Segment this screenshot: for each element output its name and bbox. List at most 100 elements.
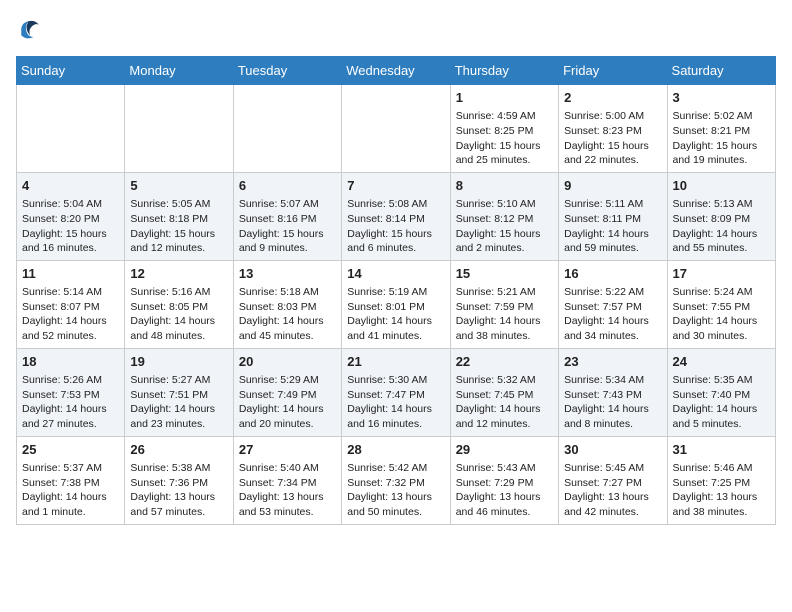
day-detail: Sunset: 8:25 PM (456, 124, 553, 139)
day-detail: Sunset: 7:32 PM (347, 476, 444, 491)
day-detail: Sunset: 8:18 PM (130, 212, 227, 227)
day-of-week-header: Thursday (450, 57, 558, 85)
day-detail: Daylight: 14 hours (456, 314, 553, 329)
day-detail: Sunset: 8:16 PM (239, 212, 336, 227)
calendar-week-row: 18Sunrise: 5:26 AMSunset: 7:53 PMDayligh… (17, 348, 776, 436)
calendar-cell: 2Sunrise: 5:00 AMSunset: 8:23 PMDaylight… (559, 85, 667, 173)
day-detail: Sunset: 7:25 PM (673, 476, 770, 491)
day-detail: Daylight: 14 hours (673, 402, 770, 417)
day-detail: Sunset: 7:34 PM (239, 476, 336, 491)
day-detail: Sunrise: 5:35 AM (673, 373, 770, 388)
day-detail: Sunset: 7:53 PM (22, 388, 119, 403)
day-detail: Daylight: 14 hours (22, 402, 119, 417)
calendar-cell: 3Sunrise: 5:02 AMSunset: 8:21 PMDaylight… (667, 85, 775, 173)
day-detail: Sunset: 8:23 PM (564, 124, 661, 139)
day-number: 16 (564, 265, 661, 283)
day-detail: Sunrise: 5:22 AM (564, 285, 661, 300)
day-detail: Daylight: 14 hours (239, 314, 336, 329)
calendar-cell: 29Sunrise: 5:43 AMSunset: 7:29 PMDayligh… (450, 436, 558, 524)
day-detail: and 16 minutes. (22, 241, 119, 256)
day-detail: and 27 minutes. (22, 417, 119, 432)
day-detail: Sunset: 8:21 PM (673, 124, 770, 139)
day-detail: Daylight: 14 hours (22, 490, 119, 505)
day-number: 23 (564, 353, 661, 371)
day-detail: Daylight: 13 hours (347, 490, 444, 505)
day-detail: Sunrise: 5:29 AM (239, 373, 336, 388)
day-number: 7 (347, 177, 444, 195)
day-detail: Sunrise: 5:24 AM (673, 285, 770, 300)
day-detail: and 50 minutes. (347, 505, 444, 520)
day-detail: Daylight: 14 hours (456, 402, 553, 417)
day-detail: Sunset: 8:11 PM (564, 212, 661, 227)
day-detail: Sunrise: 5:18 AM (239, 285, 336, 300)
day-detail: and 8 minutes. (564, 417, 661, 432)
calendar-table: SundayMondayTuesdayWednesdayThursdayFrid… (16, 56, 776, 525)
day-number: 30 (564, 441, 661, 459)
day-number: 11 (22, 265, 119, 283)
day-detail: Sunset: 8:09 PM (673, 212, 770, 227)
day-detail: and 55 minutes. (673, 241, 770, 256)
day-detail: Sunset: 7:47 PM (347, 388, 444, 403)
calendar-cell: 18Sunrise: 5:26 AMSunset: 7:53 PMDayligh… (17, 348, 125, 436)
day-number: 22 (456, 353, 553, 371)
day-detail: Daylight: 15 hours (239, 227, 336, 242)
day-number: 12 (130, 265, 227, 283)
calendar-cell: 17Sunrise: 5:24 AMSunset: 7:55 PMDayligh… (667, 260, 775, 348)
page-header (16, 16, 776, 44)
calendar-cell: 8Sunrise: 5:10 AMSunset: 8:12 PMDaylight… (450, 172, 558, 260)
day-detail: Sunrise: 5:37 AM (22, 461, 119, 476)
calendar-cell (233, 85, 341, 173)
day-detail: Sunset: 8:01 PM (347, 300, 444, 315)
day-detail: Daylight: 13 hours (130, 490, 227, 505)
calendar-cell: 5Sunrise: 5:05 AMSunset: 8:18 PMDaylight… (125, 172, 233, 260)
day-detail: Daylight: 14 hours (564, 227, 661, 242)
calendar-cell: 24Sunrise: 5:35 AMSunset: 7:40 PMDayligh… (667, 348, 775, 436)
calendar-cell (125, 85, 233, 173)
calendar-cell: 7Sunrise: 5:08 AMSunset: 8:14 PMDaylight… (342, 172, 450, 260)
day-detail: Daylight: 14 hours (130, 402, 227, 417)
header-row: SundayMondayTuesdayWednesdayThursdayFrid… (17, 57, 776, 85)
day-detail: Sunrise: 5:38 AM (130, 461, 227, 476)
day-detail: Sunrise: 5:19 AM (347, 285, 444, 300)
calendar-cell: 14Sunrise: 5:19 AMSunset: 8:01 PMDayligh… (342, 260, 450, 348)
day-detail: Sunset: 7:57 PM (564, 300, 661, 315)
day-detail: Sunrise: 5:11 AM (564, 197, 661, 212)
calendar-header: SundayMondayTuesdayWednesdayThursdayFrid… (17, 57, 776, 85)
day-detail: Sunrise: 4:59 AM (456, 109, 553, 124)
day-of-week-header: Tuesday (233, 57, 341, 85)
day-detail: and 22 minutes. (564, 153, 661, 168)
day-number: 21 (347, 353, 444, 371)
calendar-cell: 6Sunrise: 5:07 AMSunset: 8:16 PMDaylight… (233, 172, 341, 260)
day-detail: Sunrise: 5:34 AM (564, 373, 661, 388)
day-number: 31 (673, 441, 770, 459)
day-detail: and 42 minutes. (564, 505, 661, 520)
day-detail: and 16 minutes. (347, 417, 444, 432)
day-detail: and 19 minutes. (673, 153, 770, 168)
calendar-week-row: 25Sunrise: 5:37 AMSunset: 7:38 PMDayligh… (17, 436, 776, 524)
day-detail: and 9 minutes. (239, 241, 336, 256)
calendar-cell: 1Sunrise: 4:59 AMSunset: 8:25 PMDaylight… (450, 85, 558, 173)
day-detail: and 2 minutes. (456, 241, 553, 256)
day-detail: Sunset: 8:07 PM (22, 300, 119, 315)
day-of-week-header: Sunday (17, 57, 125, 85)
day-detail: and 12 minutes. (130, 241, 227, 256)
calendar-cell: 27Sunrise: 5:40 AMSunset: 7:34 PMDayligh… (233, 436, 341, 524)
day-number: 25 (22, 441, 119, 459)
day-number: 10 (673, 177, 770, 195)
day-number: 5 (130, 177, 227, 195)
day-detail: and 41 minutes. (347, 329, 444, 344)
day-number: 8 (456, 177, 553, 195)
day-number: 3 (673, 89, 770, 107)
calendar-cell: 25Sunrise: 5:37 AMSunset: 7:38 PMDayligh… (17, 436, 125, 524)
day-number: 24 (673, 353, 770, 371)
day-detail: Daylight: 13 hours (564, 490, 661, 505)
day-detail: and 38 minutes. (456, 329, 553, 344)
day-detail: Sunrise: 5:08 AM (347, 197, 444, 212)
calendar-cell: 20Sunrise: 5:29 AMSunset: 7:49 PMDayligh… (233, 348, 341, 436)
day-detail: Daylight: 14 hours (564, 314, 661, 329)
day-number: 17 (673, 265, 770, 283)
day-detail: and 59 minutes. (564, 241, 661, 256)
calendar-cell: 22Sunrise: 5:32 AMSunset: 7:45 PMDayligh… (450, 348, 558, 436)
day-detail: and 12 minutes. (456, 417, 553, 432)
day-detail: Daylight: 14 hours (564, 402, 661, 417)
